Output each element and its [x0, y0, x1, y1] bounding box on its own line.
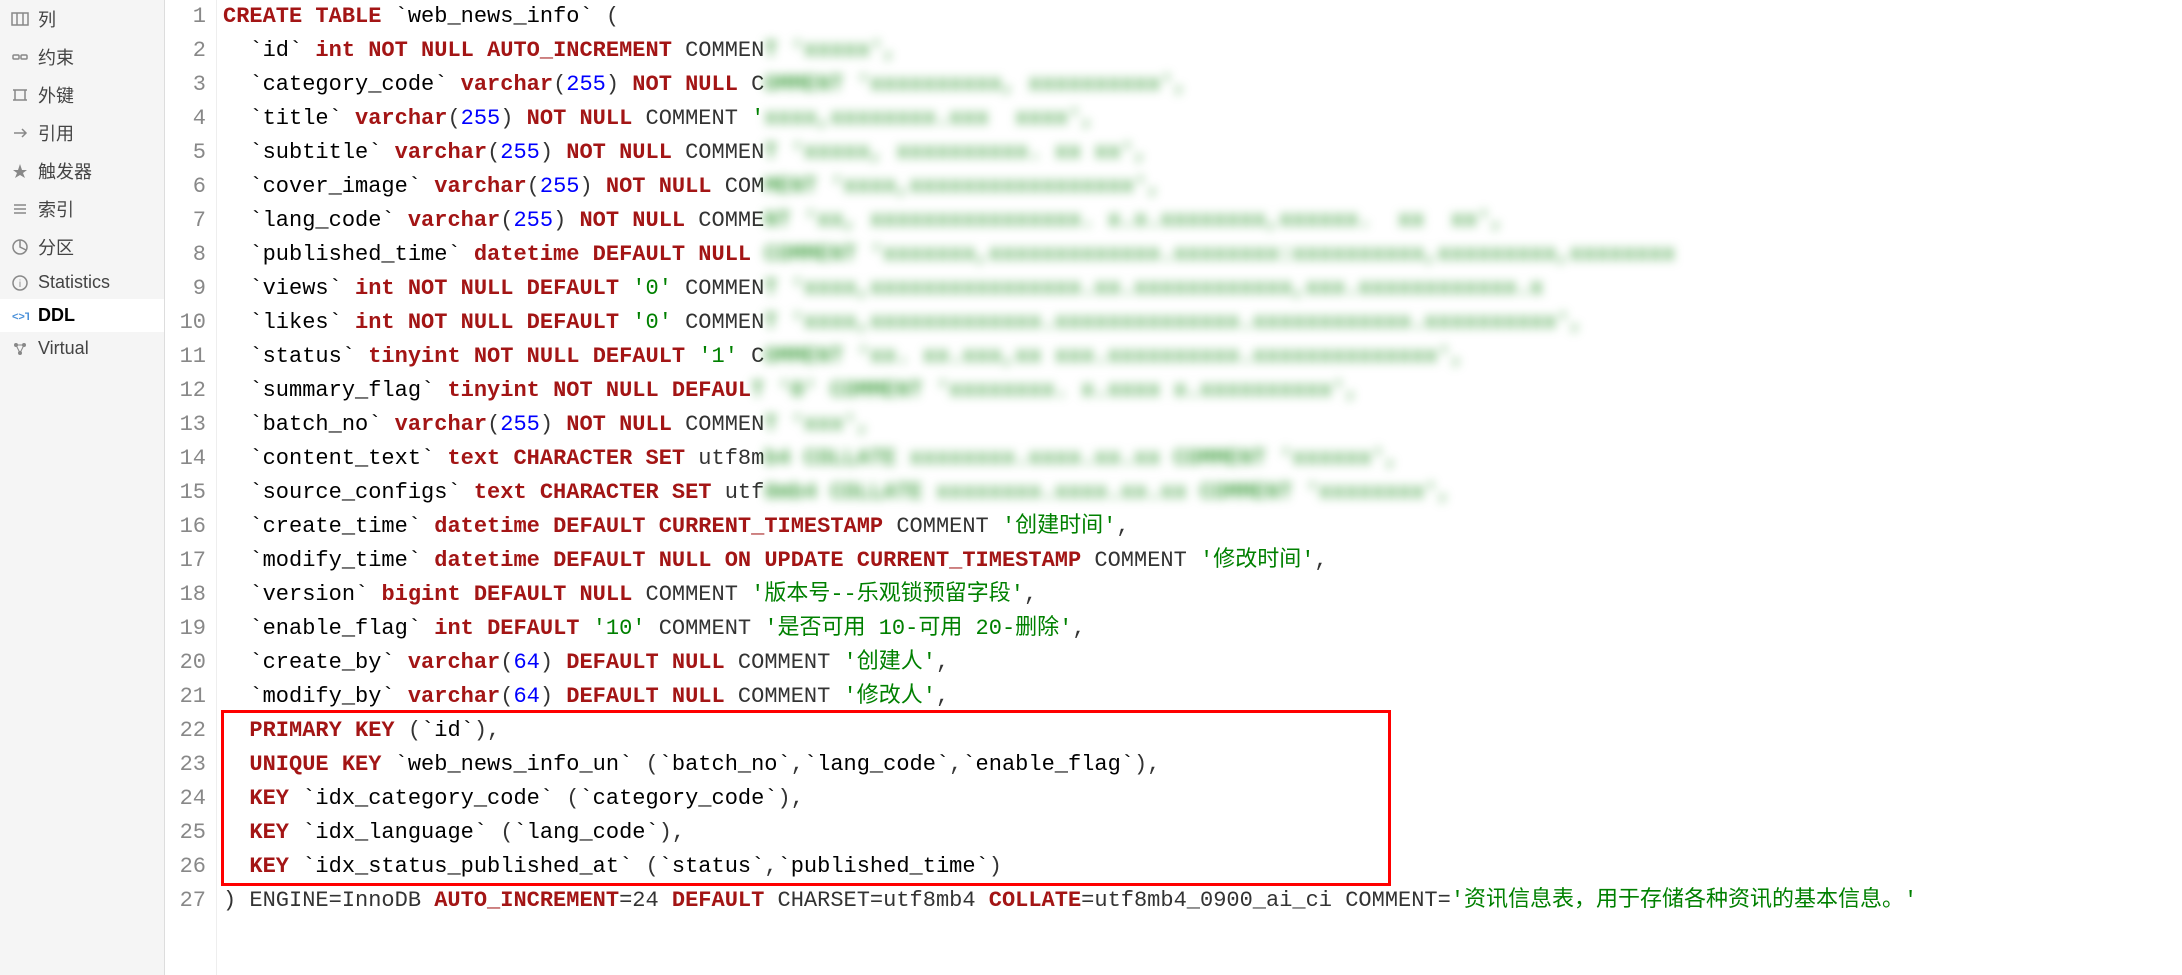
sidebar-item-label: 约束	[38, 44, 74, 70]
sidebar-item-label: 触发器	[38, 158, 92, 184]
code-line[interactable]: `modify_time` datetime DEFAULT NULL ON U…	[223, 544, 2182, 578]
code-line[interactable]: `cover_image` varchar(255) NOT NULL COMM…	[223, 170, 2182, 204]
sidebar-item-label: 外键	[38, 82, 74, 108]
code-line[interactable]: `summary_flag` tinyint NOT NULL DEFAULT …	[223, 374, 2182, 408]
code-line[interactable]: ) ENGINE=InnoDB AUTO_INCREMENT=24 DEFAUL…	[223, 884, 2182, 918]
code-line[interactable]: UNIQUE KEY `web_news_info_un` (`batch_no…	[223, 748, 2182, 782]
code-line[interactable]: `published_time` datetime DEFAULT NULL C…	[223, 238, 2182, 272]
code-line[interactable]: `enable_flag` int DEFAULT '10' COMMENT '…	[223, 612, 2182, 646]
references-icon	[10, 123, 30, 143]
code-line[interactable]: `version` bigint DEFAULT NULL COMMENT '版…	[223, 578, 2182, 612]
code-line[interactable]: `title` varchar(255) NOT NULL COMMENT 'x…	[223, 102, 2182, 136]
sidebar-item-label: 引用	[38, 120, 74, 146]
code-area[interactable]: CREATE TABLE `web_news_info` ( `id` int …	[217, 0, 2182, 975]
sidebar-item-triggers[interactable]: 触发器	[0, 152, 164, 190]
columns-icon	[10, 9, 30, 29]
code-line[interactable]: KEY `idx_category_code` (`category_code`…	[223, 782, 2182, 816]
sidebar-item-columns[interactable]: 列	[0, 0, 164, 38]
sidebar-item-ddl[interactable]: <>T DDL	[0, 299, 164, 332]
svg-text:i: i	[19, 279, 21, 290]
code-line[interactable]: KEY `idx_status_published_at` (`status`,…	[223, 850, 2182, 884]
sidebar-item-foreign-keys[interactable]: 外键	[0, 76, 164, 114]
sidebar-item-label: 分区	[38, 234, 74, 260]
sidebar-item-statistics[interactable]: i Statistics	[0, 266, 164, 299]
sidebar: 列 约束 外键 引用 触发器 索引 分区 i Statistics <>T DD…	[0, 0, 165, 975]
code-line[interactable]: `views` int NOT NULL DEFAULT '0' COMMENT…	[223, 272, 2182, 306]
triggers-icon	[10, 161, 30, 181]
constraints-icon	[10, 47, 30, 67]
indexes-icon	[10, 199, 30, 219]
line-number-gutter: 1234567891011121314151617181920212223242…	[165, 0, 217, 975]
code-editor[interactable]: 1234567891011121314151617181920212223242…	[165, 0, 2182, 975]
code-line[interactable]: `content_text` text CHARACTER SET utf8mb…	[223, 442, 2182, 476]
code-line[interactable]: `category_code` varchar(255) NOT NULL CO…	[223, 68, 2182, 102]
code-line[interactable]: `modify_by` varchar(64) DEFAULT NULL COM…	[223, 680, 2182, 714]
partitions-icon	[10, 237, 30, 257]
sidebar-item-partitions[interactable]: 分区	[0, 228, 164, 266]
ddl-icon: <>T	[10, 306, 30, 326]
sidebar-item-references[interactable]: 引用	[0, 114, 164, 152]
code-line[interactable]: `source_configs` text CHARACTER SET utf8…	[223, 476, 2182, 510]
sidebar-item-label: 索引	[38, 196, 74, 222]
code-line[interactable]: `lang_code` varchar(255) NOT NULL COMMEN…	[223, 204, 2182, 238]
code-line[interactable]: CREATE TABLE `web_news_info` (	[223, 0, 2182, 34]
sidebar-item-label: Statistics	[38, 272, 110, 293]
code-line[interactable]: `batch_no` varchar(255) NOT NULL COMMENT…	[223, 408, 2182, 442]
code-line[interactable]: PRIMARY KEY (`id`),	[223, 714, 2182, 748]
sidebar-item-constraints[interactable]: 约束	[0, 38, 164, 76]
code-line[interactable]: `subtitle` varchar(255) NOT NULL COMMENT…	[223, 136, 2182, 170]
sidebar-item-label: Virtual	[38, 338, 89, 359]
code-line[interactable]: `likes` int NOT NULL DEFAULT '0' COMMENT…	[223, 306, 2182, 340]
foreign-keys-icon	[10, 85, 30, 105]
sidebar-item-virtual[interactable]: Virtual	[0, 332, 164, 365]
sidebar-item-indexes[interactable]: 索引	[0, 190, 164, 228]
code-line[interactable]: `id` int NOT NULL AUTO_INCREMENT COMMENT…	[223, 34, 2182, 68]
virtual-icon	[10, 339, 30, 359]
code-line[interactable]: KEY `idx_language` (`lang_code`),	[223, 816, 2182, 850]
sidebar-item-label: DDL	[38, 305, 75, 326]
code-line[interactable]: `create_time` datetime DEFAULT CURRENT_T…	[223, 510, 2182, 544]
code-line[interactable]: `create_by` varchar(64) DEFAULT NULL COM…	[223, 646, 2182, 680]
sidebar-item-label: 列	[38, 6, 56, 32]
code-line[interactable]: `status` tinyint NOT NULL DEFAULT '1' CO…	[223, 340, 2182, 374]
statistics-icon: i	[10, 273, 30, 293]
svg-text:<>T: <>T	[12, 311, 29, 323]
